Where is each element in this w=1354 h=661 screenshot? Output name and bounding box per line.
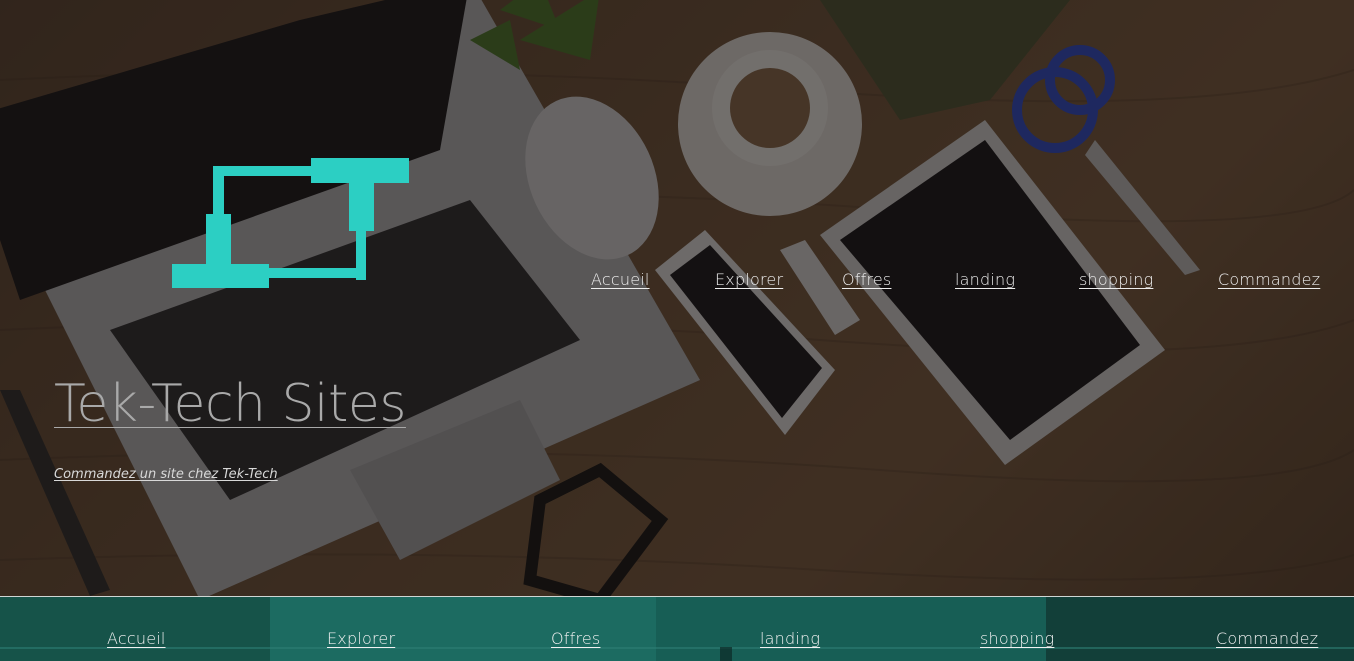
nav-link-explorer[interactable]: Explorer	[715, 270, 783, 289]
main-navigation: Accueil Explorer Offres landing shopping…	[560, 270, 1320, 294]
hero-banner: Accueil Explorer Offres landing shopping…	[0, 0, 1354, 596]
laptop-logo-icon[interactable]	[172, 158, 409, 288]
nav-link-commandez[interactable]: Commandez	[1218, 270, 1320, 289]
nav-link-landing[interactable]: landing	[955, 270, 1015, 289]
site-title-link[interactable]: Tek-Tech Sites	[54, 374, 406, 434]
nav-link-shopping[interactable]: shopping	[1079, 270, 1153, 289]
footer-link-accueil[interactable]: Accueil	[107, 629, 166, 648]
page: Accueil Explorer Offres landing shopping…	[0, 0, 1354, 661]
hero-dark-overlay	[0, 0, 1354, 596]
footer-background-pattern	[0, 597, 1354, 661]
footer-link-explorer[interactable]: Explorer	[327, 629, 395, 648]
footer-link-shopping[interactable]: shopping	[980, 629, 1054, 648]
nav-link-offres[interactable]: Offres	[842, 270, 891, 289]
nav-link-accueil[interactable]: Accueil	[591, 270, 650, 289]
footer-link-offres[interactable]: Offres	[551, 629, 600, 648]
tagline-link[interactable]: Commandez un site chez Tek-Tech	[54, 467, 278, 482]
footer-navigation: Accueil Explorer Offres landing shopping…	[0, 597, 1354, 661]
footer-link-commandez[interactable]: Commandez	[1216, 629, 1318, 648]
footer-link-landing[interactable]: landing	[760, 629, 820, 648]
